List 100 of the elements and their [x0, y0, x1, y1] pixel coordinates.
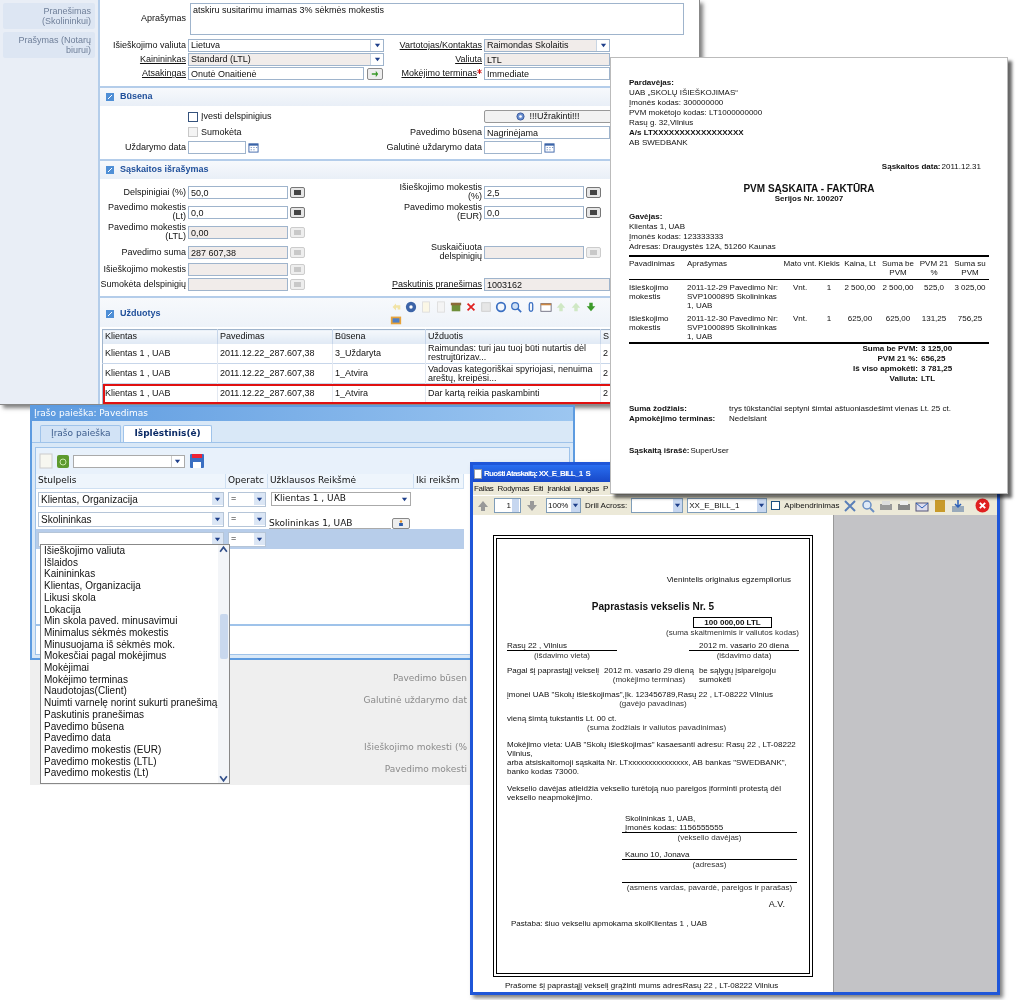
- summary-checkbox[interactable]: [771, 501, 781, 510]
- column-header[interactable]: Pavedimas: [217, 329, 333, 344]
- dropdown-item[interactable]: Pavedimo būsena: [44, 720, 218, 733]
- lookup-button[interactable]: [392, 517, 410, 529]
- collapse-icon[interactable]: [106, 166, 114, 174]
- select-field[interactable]: Raimondas Skolaitis: [484, 39, 610, 52]
- text-field[interactable]: Immediate: [484, 67, 610, 80]
- dropdown-item[interactable]: Kainininkas: [44, 568, 218, 581]
- calculator-button[interactable]: [290, 186, 305, 198]
- scroll-down-icon[interactable]: [219, 774, 228, 783]
- download-icon[interactable]: [951, 498, 966, 513]
- lock-button[interactable]: !!!Užrakinti!!!: [484, 110, 612, 124]
- dropdown-item[interactable]: Išlaidos: [44, 556, 218, 569]
- operator-select[interactable]: =: [228, 491, 266, 507]
- filter-select[interactable]: [73, 454, 185, 468]
- search-icon[interactable]: [510, 301, 522, 313]
- dropdown-item[interactable]: Pavedimo data: [44, 732, 218, 744]
- text-field[interactable]: Nagrinėjama: [484, 125, 610, 139]
- column-select[interactable]: Klientas, Organizacija: [38, 491, 224, 507]
- field-link[interactable]: Valiuta: [455, 55, 482, 64]
- dropdown-item[interactable]: Paskutinis pranešimas: [44, 708, 218, 721]
- printer-icon[interactable]: [879, 498, 894, 513]
- field-link[interactable]: Kainininkas: [139, 55, 186, 64]
- scrollbar-thumb[interactable]: [219, 614, 228, 659]
- menu-item[interactable]: Failas: [473, 482, 495, 495]
- dropdown-item[interactable]: Mokėjimo terminas: [44, 673, 218, 686]
- calendar-icon[interactable]: [544, 142, 555, 153]
- column-header[interactable]: Būsena: [332, 329, 426, 344]
- dropdown-item[interactable]: Min skola paved. minusavimui: [44, 615, 218, 627]
- calculator-button[interactable]: [586, 186, 601, 198]
- field-link[interactable]: Atsakingas: [141, 69, 186, 78]
- dropdown-item[interactable]: Pavedimo mokestis (Lt): [44, 767, 218, 780]
- date-field[interactable]: [188, 141, 246, 154]
- drill-select[interactable]: [631, 498, 684, 513]
- dropdown-item[interactable]: Mokėjimai: [44, 662, 218, 674]
- window-icon[interactable]: [540, 301, 552, 313]
- dropdown-item[interactable]: Pavedimo mokestis (LTL): [44, 755, 218, 768]
- field-link[interactable]: Vartotojas/Kontaktas: [399, 41, 482, 50]
- menu-item[interactable]: Rodymas: [496, 482, 531, 495]
- menu-item[interactable]: Įrankiai: [546, 482, 572, 495]
- number-field[interactable]: 0,0: [484, 205, 584, 219]
- operator-select[interactable]: =: [228, 531, 266, 547]
- select-field[interactable]: Standard (LTL): [188, 53, 384, 66]
- search-icon[interactable]: [861, 498, 876, 513]
- operator-select[interactable]: =: [228, 511, 266, 527]
- number-field[interactable]: [484, 245, 584, 259]
- calculator-button[interactable]: [290, 206, 305, 218]
- report-select[interactable]: XX_E_BILL_1: [687, 498, 768, 513]
- text-field[interactable]: LTL: [484, 53, 610, 66]
- column-header[interactable]: Užduotis: [425, 329, 601, 344]
- task-row[interactable]: Klientas 1 , UAB 2011.12.22_287.607,38 3_Uždaryta Raimundas: turi jau tuoj būti nutartis dėl restrujtūrizav... 2: [102, 343, 612, 364]
- number-field[interactable]: 0,00: [188, 225, 288, 239]
- number-field[interactable]: 50,0: [188, 185, 288, 199]
- text-field[interactable]: Onutė Onaitienė: [188, 67, 364, 80]
- page-spinner[interactable]: 1: [494, 498, 521, 513]
- description-textarea[interactable]: atskiru susitarimu imamas 3% sėkmės mokestis: [190, 3, 684, 35]
- field-link[interactable]: Mokėjimo terminas: [401, 69, 477, 78]
- tab[interactable]: Išplėstinis(ė): [123, 425, 212, 442]
- close-icon[interactable]: [975, 498, 991, 513]
- archive-icon[interactable]: [450, 301, 462, 313]
- printer-icon[interactable]: [897, 498, 912, 513]
- number-field[interactable]: [188, 263, 288, 276]
- number-field[interactable]: 287 607,38: [188, 245, 288, 259]
- number-field[interactable]: 2,5: [484, 185, 584, 199]
- dropdown-item[interactable]: Klientas, Organizacija: [44, 580, 218, 592]
- select-field[interactable]: Lietuva: [188, 39, 384, 52]
- dropdown-item[interactable]: Minimalus sėkmės mokestis: [44, 626, 218, 639]
- dropdown-item[interactable]: Likusi skola: [44, 591, 218, 604]
- checkbox[interactable]: [188, 111, 198, 122]
- dropdown-item[interactable]: Minusuojama iš sėkmės mok.: [44, 638, 218, 651]
- scrollbar[interactable]: [218, 545, 229, 783]
- value-select[interactable]: Klientas 1 , UAB: [271, 492, 411, 506]
- column-header[interactable]: Klientas: [102, 329, 218, 344]
- delete-icon[interactable]: [465, 301, 477, 313]
- number-field[interactable]: [188, 278, 288, 291]
- calendar-icon[interactable]: [248, 142, 259, 153]
- text-field[interactable]: 1003162: [484, 278, 610, 291]
- task-row[interactable]: Klientas 1 , UAB 2011.12.22_287.607,38 1_Atvira Vadovas kategoriškai spyriojasi, nenuima areštų, kreipėsi... 2: [102, 363, 612, 384]
- arrow-down-icon[interactable]: [525, 498, 539, 513]
- scroll-up-icon[interactable]: [219, 545, 228, 554]
- menu-item[interactable]: Langas: [573, 482, 600, 495]
- dropdown-item[interactable]: Lokacija: [44, 603, 218, 616]
- tab[interactable]: Įrašo paieška: [40, 425, 122, 442]
- dropdown-item[interactable]: Naudotojas(Client): [44, 685, 218, 698]
- menu-item[interactable]: P: [602, 482, 610, 495]
- number-field[interactable]: 0,0: [188, 205, 288, 219]
- field-link[interactable]: Paskutinis pranešimas: [391, 280, 482, 289]
- column-select[interactable]: Skolininkas: [38, 511, 224, 527]
- lookup-button[interactable]: [367, 67, 383, 80]
- collapse-icon[interactable]: [106, 93, 114, 101]
- dropdown-item[interactable]: Mokesčiai pagal mokėjimus: [44, 650, 218, 663]
- menu-item[interactable]: Eiti: [532, 482, 545, 495]
- date-field[interactable]: [484, 141, 542, 154]
- dropdown-item[interactable]: Nuimti varnelę norint sukurti pranešimą: [44, 697, 218, 709]
- dropdown-item[interactable]: Pavedimo mokestis (EUR): [44, 743, 218, 756]
- zoom-select[interactable]: 100%: [546, 498, 581, 513]
- task-row[interactable]: Klientas 1 , UAB 2011.12.22_287.607,38 1_Atvira Dar kartą reikia paskambinti 2: [102, 383, 612, 404]
- arrow-down-icon[interactable]: [585, 301, 597, 313]
- calculator-button[interactable]: [586, 206, 601, 218]
- collapse-icon[interactable]: [106, 309, 114, 318]
